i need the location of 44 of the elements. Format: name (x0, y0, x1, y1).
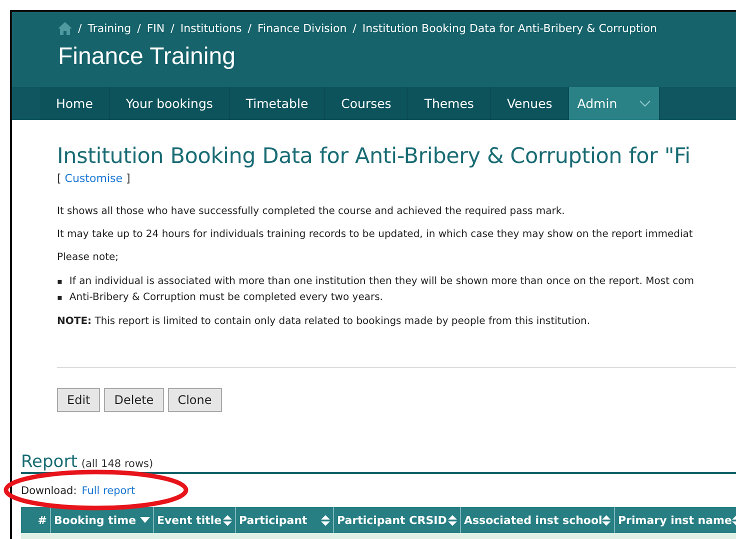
chevron-down-icon (639, 100, 652, 107)
nav-tab[interactable]: Timetable (230, 87, 326, 120)
note-text: NOTE: This report is limited to contain only data related to bookings made by people from this institution. (57, 316, 591, 327)
breadcrumb-link[interactable]: Institutions (180, 22, 242, 35)
download-label: Download: (21, 485, 77, 497)
row-count: (all 148 rows) (81, 458, 154, 470)
paragraph: It may take up to 24 hours for individuals training records to be updated, in which case they may show on the report immediat (57, 229, 694, 240)
bullet-item: Anti-Bribery & Corruption must be completed every two years. (69, 292, 383, 304)
site-title: Finance Training (58, 43, 236, 71)
action-button[interactable]: Clone (168, 388, 222, 412)
action-button[interactable]: Delete (104, 388, 164, 412)
breadcrumb-link[interactable]: Finance Division (258, 22, 347, 35)
nav-tab[interactable]: Venues (490, 87, 570, 120)
breadcrumb-link[interactable]: Training (88, 22, 132, 35)
breadcrumb-separator: / (78, 22, 82, 35)
breadcrumb-separator: / (137, 22, 141, 35)
breadcrumb-separator: / (248, 22, 252, 35)
bracket: ] (126, 172, 130, 185)
bullet-marker: ▪ (57, 292, 62, 304)
sort-icon (602, 514, 611, 526)
home-icon[interactable] (58, 22, 72, 35)
breadcrumb-link[interactable]: Institution Booking Data for Anti-Bribery & Corruption (362, 22, 658, 35)
paragraph: It shows all those who have successfully completed the course and achieved the required pass mark. (57, 206, 566, 217)
page-title: Institution Booking Data for Anti-Bribery & Corruption for "Fi (57, 144, 692, 169)
breadcrumb-separator: / (352, 22, 356, 35)
bullet-marker: ▪ (57, 276, 62, 288)
nav-tab[interactable]: Admin (569, 87, 660, 120)
nav-tab[interactable]: Your bookings (110, 87, 230, 120)
nav-tab[interactable]: Themes (408, 87, 491, 120)
action-button[interactable]: Edit (57, 388, 100, 412)
sort-icon (448, 514, 457, 526)
sort-descending-icon (140, 517, 150, 523)
paragraph: Please note; (57, 252, 120, 263)
breadcrumb-link[interactable]: FIN (146, 22, 165, 35)
bracket: [ (57, 172, 62, 185)
nav-tab[interactable]: Courses (325, 87, 408, 120)
bullet-item: If an individual is associated with more than one institution then they will be shown more than once on the report. Most com (69, 276, 694, 288)
report-title: Report (21, 452, 78, 472)
sort-icon (223, 514, 232, 526)
breadcrumb-separator: / (170, 22, 174, 35)
nav-tab[interactable]: Home (40, 87, 110, 120)
full-report-link[interactable]: Full report (82, 485, 136, 497)
customise-link[interactable]: Customise (64, 172, 122, 185)
sort-icon (321, 514, 330, 526)
